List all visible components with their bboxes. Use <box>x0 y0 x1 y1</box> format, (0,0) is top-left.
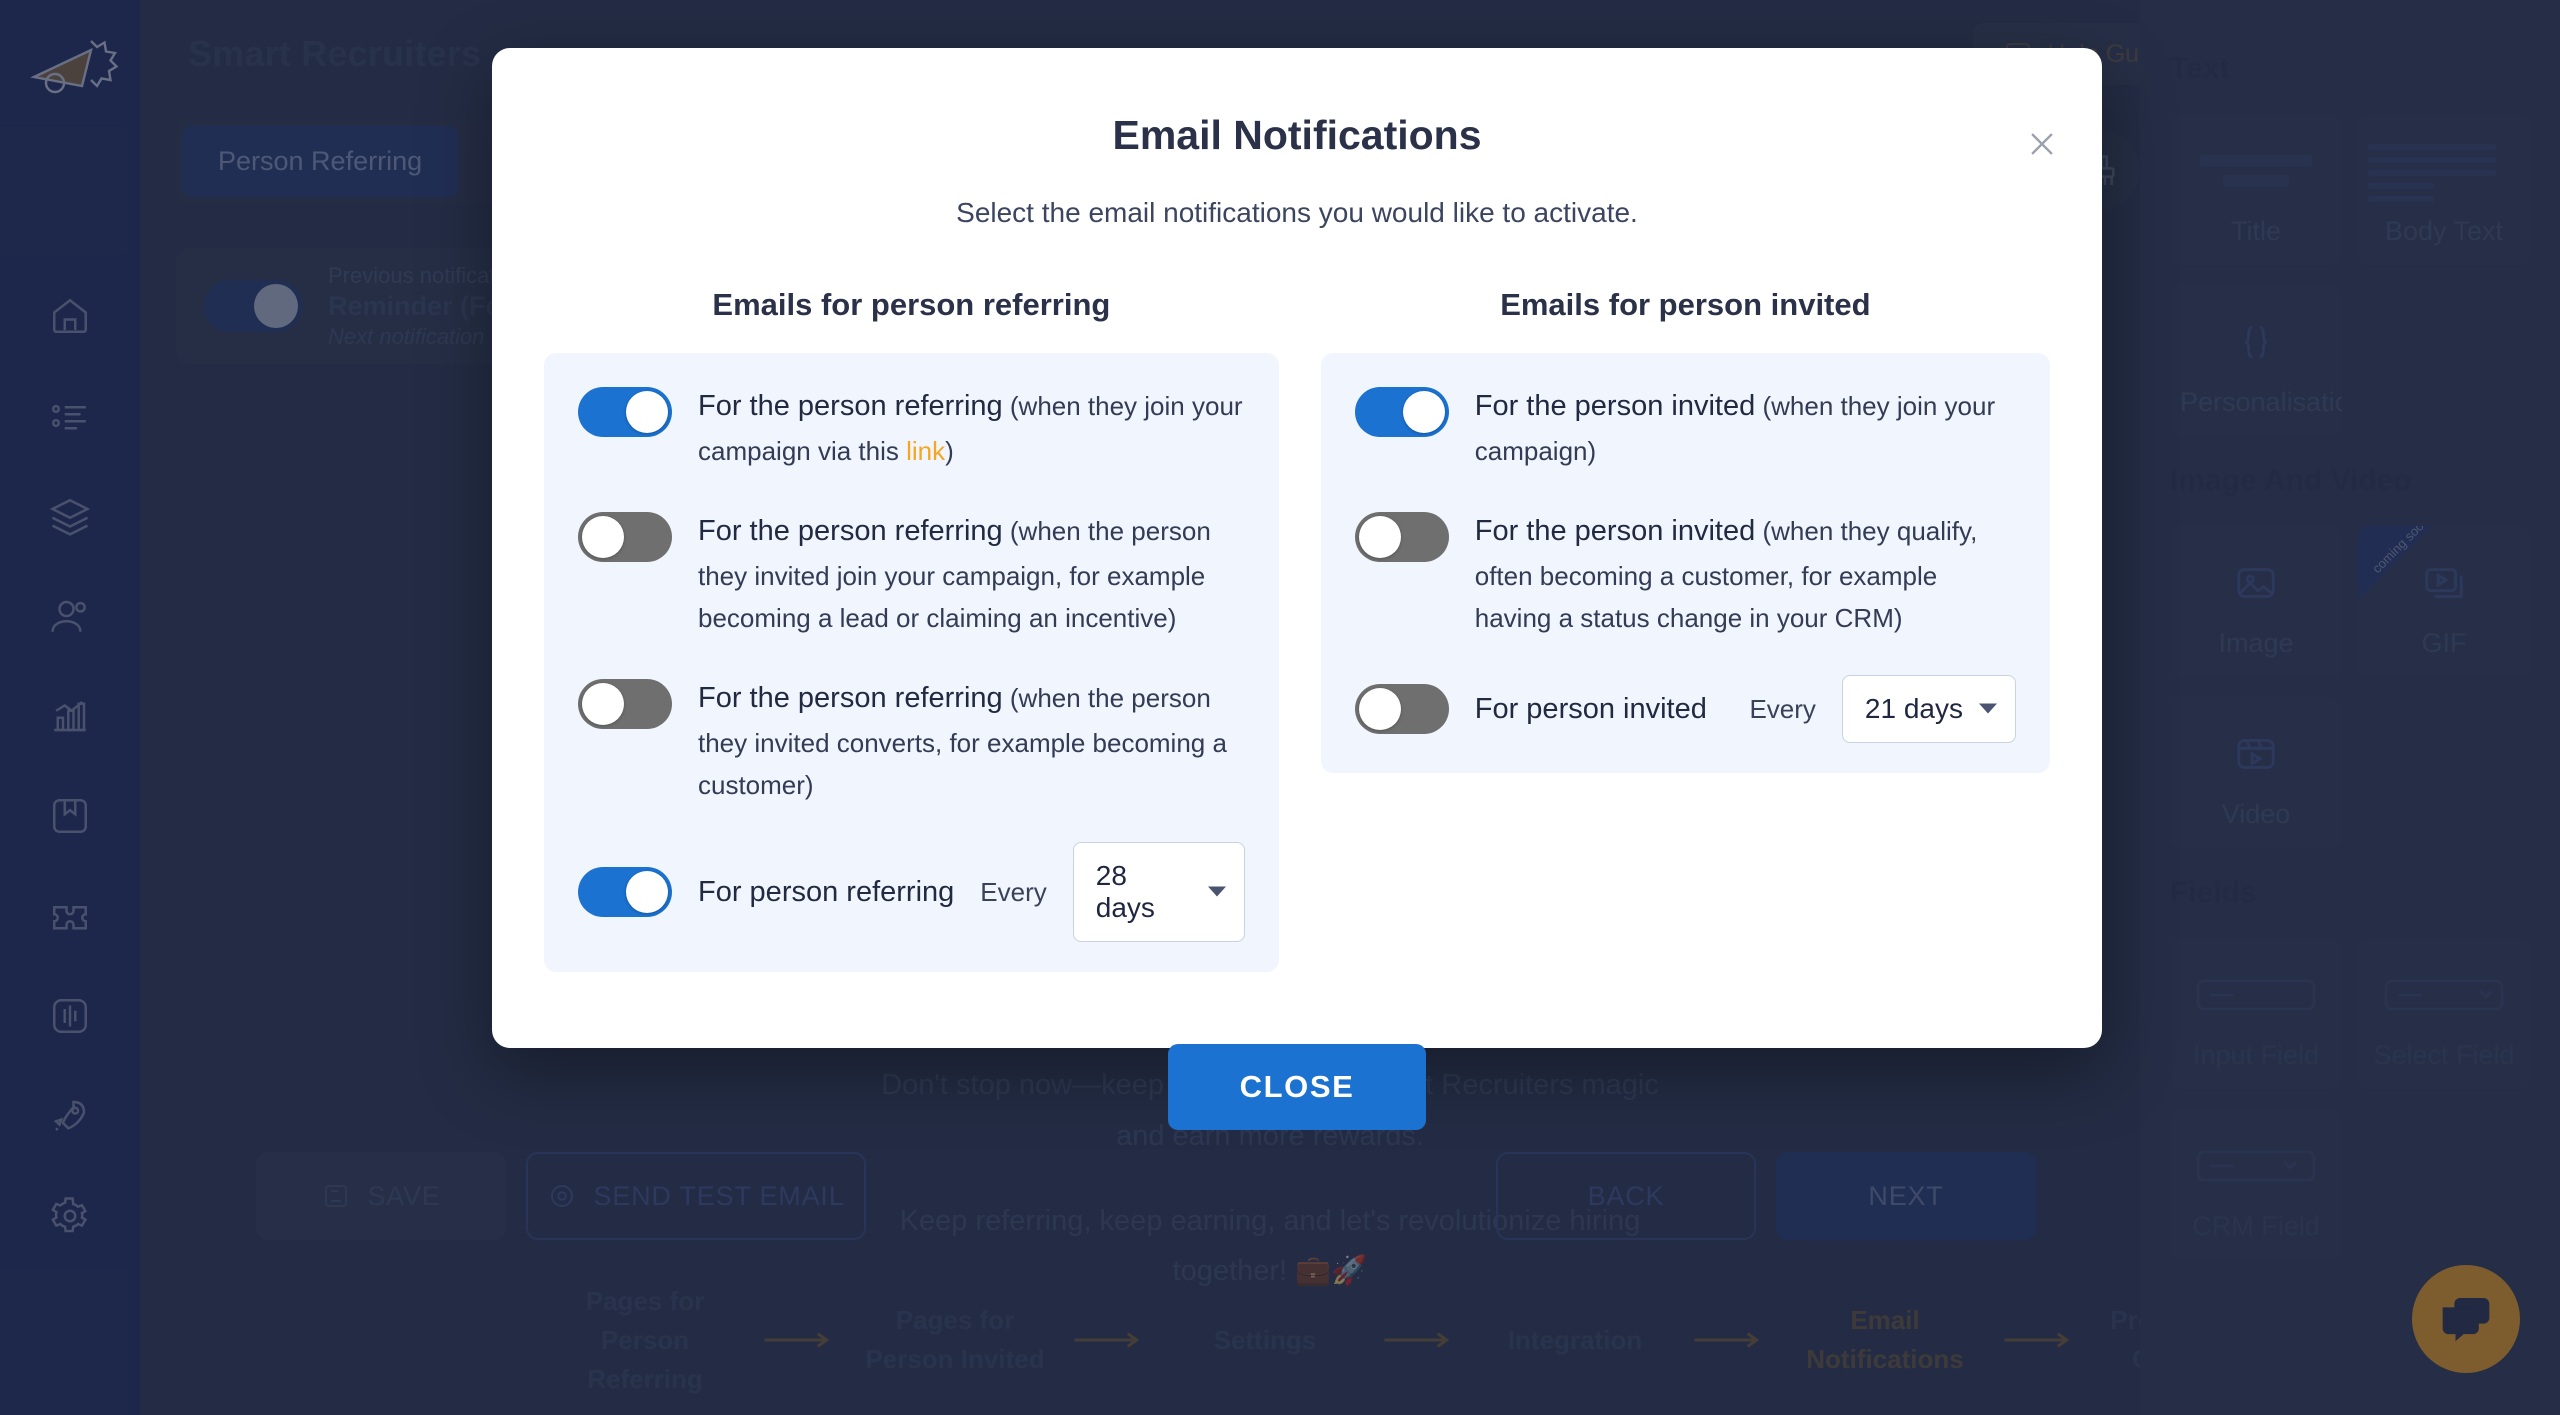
toggle-knob <box>1358 516 1401 559</box>
column-person-invited: Emails for person invited For the person… <box>1320 287 2050 972</box>
option-invited-join: For the person invited (when they join y… <box>1354 383 2016 472</box>
option-invited-qualify-text: For the person invited (when they qualif… <box>1475 508 2016 639</box>
chevron-down-icon <box>1207 886 1226 897</box>
modal-footer: CLOSE <box>492 1044 2102 1131</box>
toggle-referring-join[interactable] <box>578 387 672 437</box>
close-icon[interactable] <box>2018 120 2066 168</box>
panel-referring-options: For the person referring (when they join… <box>544 353 1279 973</box>
option-strong: For the person referring <box>698 390 1003 422</box>
option-strong: For the person invited <box>1474 390 1756 422</box>
toggle-referring-invitee-converts[interactable] <box>578 679 672 730</box>
option-referring-invitee-converts-text: For the person referring (when the perso… <box>698 675 1245 806</box>
option-referring-invitee-joins-text: For the person referring (when the perso… <box>698 508 1245 639</box>
toggle-invited-qualify[interactable] <box>1354 512 1449 563</box>
recurring-invited-label: For person invited <box>1474 692 1707 725</box>
column-person-referring: Emails for person referring For the pers… <box>544 287 1279 973</box>
option-invited-recurring: For person invited Every 21 days <box>1354 675 2016 744</box>
option-referring-recurring: For person referring Every 28 days <box>578 842 1245 943</box>
toggle-knob <box>626 871 668 914</box>
recurring-referring-select[interactable]: 28 days <box>1072 842 1245 943</box>
option-referring-invitee-joins: For the person referring (when the perso… <box>578 508 1245 639</box>
modal-subtitle: Select the email notifications you would… <box>956 197 1638 228</box>
toggle-knob <box>582 683 624 726</box>
option-referring-join: For the person referring (when they join… <box>578 383 1245 472</box>
panel-invited-options: For the person invited (when they join y… <box>1320 353 2050 774</box>
option-hint-after: ) <box>945 435 954 466</box>
option-referring-invitee-converts: For the person referring (when the perso… <box>578 675 1245 806</box>
recurring-referring-value: 28 days <box>1095 860 1155 924</box>
recurring-referring-row: For person referring Every 28 days <box>698 842 1245 943</box>
option-invited-join-text: For the person invited (when they join y… <box>1475 383 2016 472</box>
close-button[interactable]: CLOSE <box>1168 1044 1426 1131</box>
recurring-referring-every: Every <box>980 876 1047 907</box>
toggle-invited-recurring[interactable] <box>1354 684 1449 735</box>
recurring-invited-row: For person invited Every 21 days <box>1474 675 2016 744</box>
toggle-referring-recurring[interactable] <box>578 867 672 918</box>
toggle-referring-invitee-joins[interactable] <box>578 512 672 563</box>
modal-columns: Emails for person referring For the pers… <box>492 287 2102 973</box>
option-invited-qualify: For the person invited (when they qualif… <box>1354 508 2016 639</box>
toggle-knob <box>626 391 668 433</box>
column-heading-referring: Emails for person referring <box>712 287 1111 322</box>
option-referring-join-text: For the person referring (when they join… <box>698 383 1245 472</box>
option-strong: For the person referring <box>698 682 1003 715</box>
toggle-invited-join[interactable] <box>1354 387 1449 437</box>
recurring-invited-value: 21 days <box>1864 693 1963 725</box>
modal-title: Email Notifications <box>1112 112 1482 158</box>
chevron-down-icon <box>1979 703 1997 714</box>
toggle-knob <box>1402 391 1445 433</box>
recurring-invited-every: Every <box>1749 693 1816 724</box>
recurring-invited-select[interactable]: 21 days <box>1841 675 2016 744</box>
toggle-knob <box>1358 688 1401 731</box>
link-anchor[interactable]: link <box>906 436 945 466</box>
option-strong: For the person invited <box>1474 515 1756 548</box>
email-notifications-modal: Email Notifications Select the email not… <box>492 48 2102 1131</box>
option-strong: For the person referring <box>698 515 1003 548</box>
toggle-knob <box>582 516 624 559</box>
recurring-referring-label: For person referring <box>698 875 955 908</box>
column-heading-invited: Emails for person invited <box>1500 287 1871 322</box>
